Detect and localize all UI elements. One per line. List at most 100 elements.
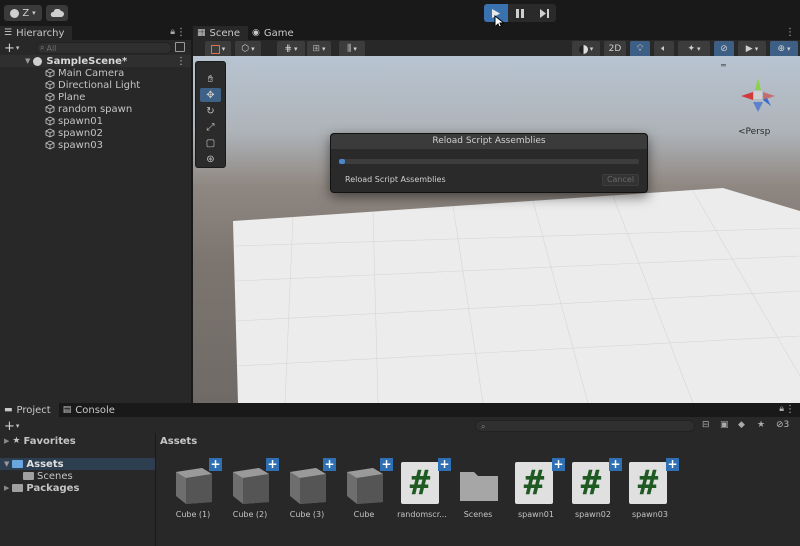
step-button[interactable] — [532, 4, 556, 22]
account-dropdown[interactable]: Z ▾ — [4, 5, 42, 21]
account-icon — [10, 8, 20, 18]
hierarchy-item[interactable]: spawn02 — [0, 127, 191, 139]
tree-item-packages[interactable]: ▶ Packages — [0, 482, 155, 494]
asset-item[interactable]: Scenes — [453, 460, 503, 519]
tab-project[interactable]: ▬ Project — [0, 403, 59, 417]
hand-tool[interactable]: ✋︎ — [200, 72, 221, 86]
hierarchy-search-input[interactable]: ⌕ All — [36, 42, 172, 54]
more-options-icon[interactable]: ⋮ — [176, 27, 186, 38]
gizmo-menu-icon[interactable]: ═ — [721, 61, 726, 70]
cancel-button[interactable]: Cancel — [602, 174, 639, 186]
asset-label: Cube (3) — [289, 510, 325, 519]
asset-item[interactable]: # + spawn03 — [625, 458, 679, 519]
transform-tools-palette: ✋︎ ✥ ↻ ⤢ ▢ ⊛ — [195, 61, 226, 168]
rotate-tool[interactable]: ↻ — [200, 104, 221, 118]
tab-scene[interactable]: ▦ Scene — [193, 26, 249, 40]
transform-tool[interactable]: ⊛ — [200, 152, 221, 166]
tree-item-favorites[interactable]: ▶ ★ Favorites — [0, 435, 155, 447]
rect-icon: ▢ — [205, 137, 216, 149]
project-search-input[interactable]: ⌕ — [475, 420, 695, 432]
hidden-packages-toggle[interactable]: ⊘3 — [776, 420, 789, 430]
move-tool[interactable]: ✥ — [200, 88, 221, 102]
lighting-toggle[interactable]: 💡︎ — [630, 41, 650, 57]
tree-item-scenes[interactable]: Scenes — [0, 470, 155, 482]
folder-icon — [23, 472, 34, 480]
more-options-icon[interactable]: ⋮ — [785, 27, 795, 38]
scene-row[interactable]: ▼ SampleScene* ⋮ — [0, 55, 191, 67]
orientation-gizmo[interactable] — [733, 68, 783, 118]
hand-icon: ✋︎ — [207, 73, 214, 85]
more-options-icon[interactable]: ⋮ — [785, 404, 795, 415]
hierarchy-icon: ☰ — [4, 28, 13, 38]
hierarchy-item[interactable]: Directional Light — [0, 79, 191, 91]
lock-icon[interactable]: 🔒︎ — [170, 27, 175, 37]
draw-mode-dropdown[interactable]: ▾ — [205, 41, 231, 57]
hierarchy-item-label: Main Camera — [58, 67, 125, 79]
tab-hierarchy[interactable]: ☰ Hierarchy — [0, 26, 73, 40]
add-plus-icon: + — [209, 457, 222, 471]
asset-label: Cube (1) — [175, 510, 211, 519]
tree-item-assets[interactable]: ▼ Assets — [0, 458, 155, 470]
hierarchy-item[interactable]: spawn03 — [0, 139, 191, 151]
grid-snap-dropdown[interactable]: ⋕ ▾ — [277, 41, 305, 57]
asset-item[interactable]: # + spawn02 — [568, 458, 622, 519]
scale-tool[interactable]: ⤢ — [200, 120, 221, 134]
lock-icon[interactable]: 🔒︎ — [779, 404, 784, 414]
tab-label: Hierarchy — [16, 27, 65, 39]
main-toolbar: Z ▾ — [0, 0, 800, 30]
search-by-type-icon[interactable]: ⊟ — [702, 420, 710, 430]
hierarchy-item[interactable]: random spawn — [0, 103, 191, 115]
hierarchy-panel: ☰ Hierarchy 🔒︎ ⋮ + ▾ ⌕ All ▼ SampleScene… — [0, 26, 191, 403]
hierarchy-item-label: spawn02 — [58, 127, 103, 139]
audio-toggle[interactable]: 🔈︎ — [654, 41, 674, 57]
asset-item[interactable]: + Cube (1) — [168, 458, 222, 519]
hierarchy-item[interactable]: Main Camera — [0, 67, 191, 79]
tab-game[interactable]: ◉ Game — [248, 26, 302, 40]
search-by-label-icon[interactable]: ▣ — [720, 420, 729, 430]
shading-mode-dropdown[interactable]: ▾ — [572, 41, 600, 57]
tag-icon[interactable]: ◆ — [738, 420, 745, 430]
project-tabbar: ▬ Project ▤ Console 🔒︎ ⋮ — [0, 403, 800, 417]
scene-tabbar: ▦ Scene ◉ Game ⋮ — [193, 26, 800, 40]
folder-icon: ▬ — [4, 405, 13, 415]
asset-item[interactable]: + Cube (3) — [282, 458, 336, 519]
tab-console[interactable]: ▤ Console — [59, 403, 123, 417]
cube-icon — [45, 116, 55, 126]
scene-viewport[interactable]: ═ <Persp — [193, 56, 800, 403]
tab-label: Project — [16, 404, 51, 416]
expand-arrow-icon: ▶ — [4, 437, 10, 445]
asset-item[interactable]: # + randomscr... — [397, 458, 451, 519]
breadcrumb[interactable]: Assets — [160, 436, 197, 447]
hierarchy-item[interactable]: Plane — [0, 91, 191, 103]
pause-button[interactable] — [508, 4, 532, 22]
snap-increment-dropdown[interactable]: ⊞ ▾ — [307, 41, 331, 57]
asset-item[interactable]: + Cube — [339, 458, 393, 519]
filter-icon[interactable] — [175, 42, 185, 52]
more-options-icon[interactable]: ⋮ — [176, 56, 186, 67]
chevron-down-icon: ▾ — [787, 45, 791, 53]
mode-2d-toggle[interactable]: 2D — [604, 41, 626, 57]
hierarchy-item[interactable]: spawn01 — [0, 115, 191, 127]
star-icon[interactable]: ★ — [757, 420, 765, 430]
gizmos-dropdown[interactable]: ⊕ ▾ — [770, 41, 798, 57]
rect-tool[interactable]: ▢ — [200, 136, 221, 150]
cloud-button[interactable] — [46, 5, 68, 21]
hidden-objects-toggle[interactable]: ⊘ — [714, 41, 734, 57]
camera-dropdown[interactable]: ▶ ▾ — [738, 41, 766, 57]
scale-icon: ⤢ — [206, 121, 215, 133]
effects-dropdown[interactable]: ✦ ▾ — [678, 41, 710, 57]
search-icon: ⌕ — [40, 43, 45, 52]
gizmos-icon: ⊕ — [777, 44, 786, 54]
assets-label: Assets — [26, 458, 64, 470]
add-button[interactable]: + — [4, 41, 15, 56]
asset-label: spawn02 — [575, 510, 611, 519]
search-placeholder: All — [46, 43, 57, 53]
unity-scene-icon — [33, 56, 43, 66]
add-button[interactable]: + — [4, 419, 15, 434]
increment-snap-dropdown[interactable]: ⫼ ▾ — [339, 41, 365, 57]
asset-item[interactable]: + Cube (2) — [225, 458, 279, 519]
projection-label[interactable]: <Persp — [738, 127, 770, 137]
shading-dropdown[interactable]: ⬡ ▾ — [235, 41, 261, 57]
cloud-icon — [50, 8, 64, 17]
asset-item[interactable]: # + spawn01 — [511, 458, 565, 519]
